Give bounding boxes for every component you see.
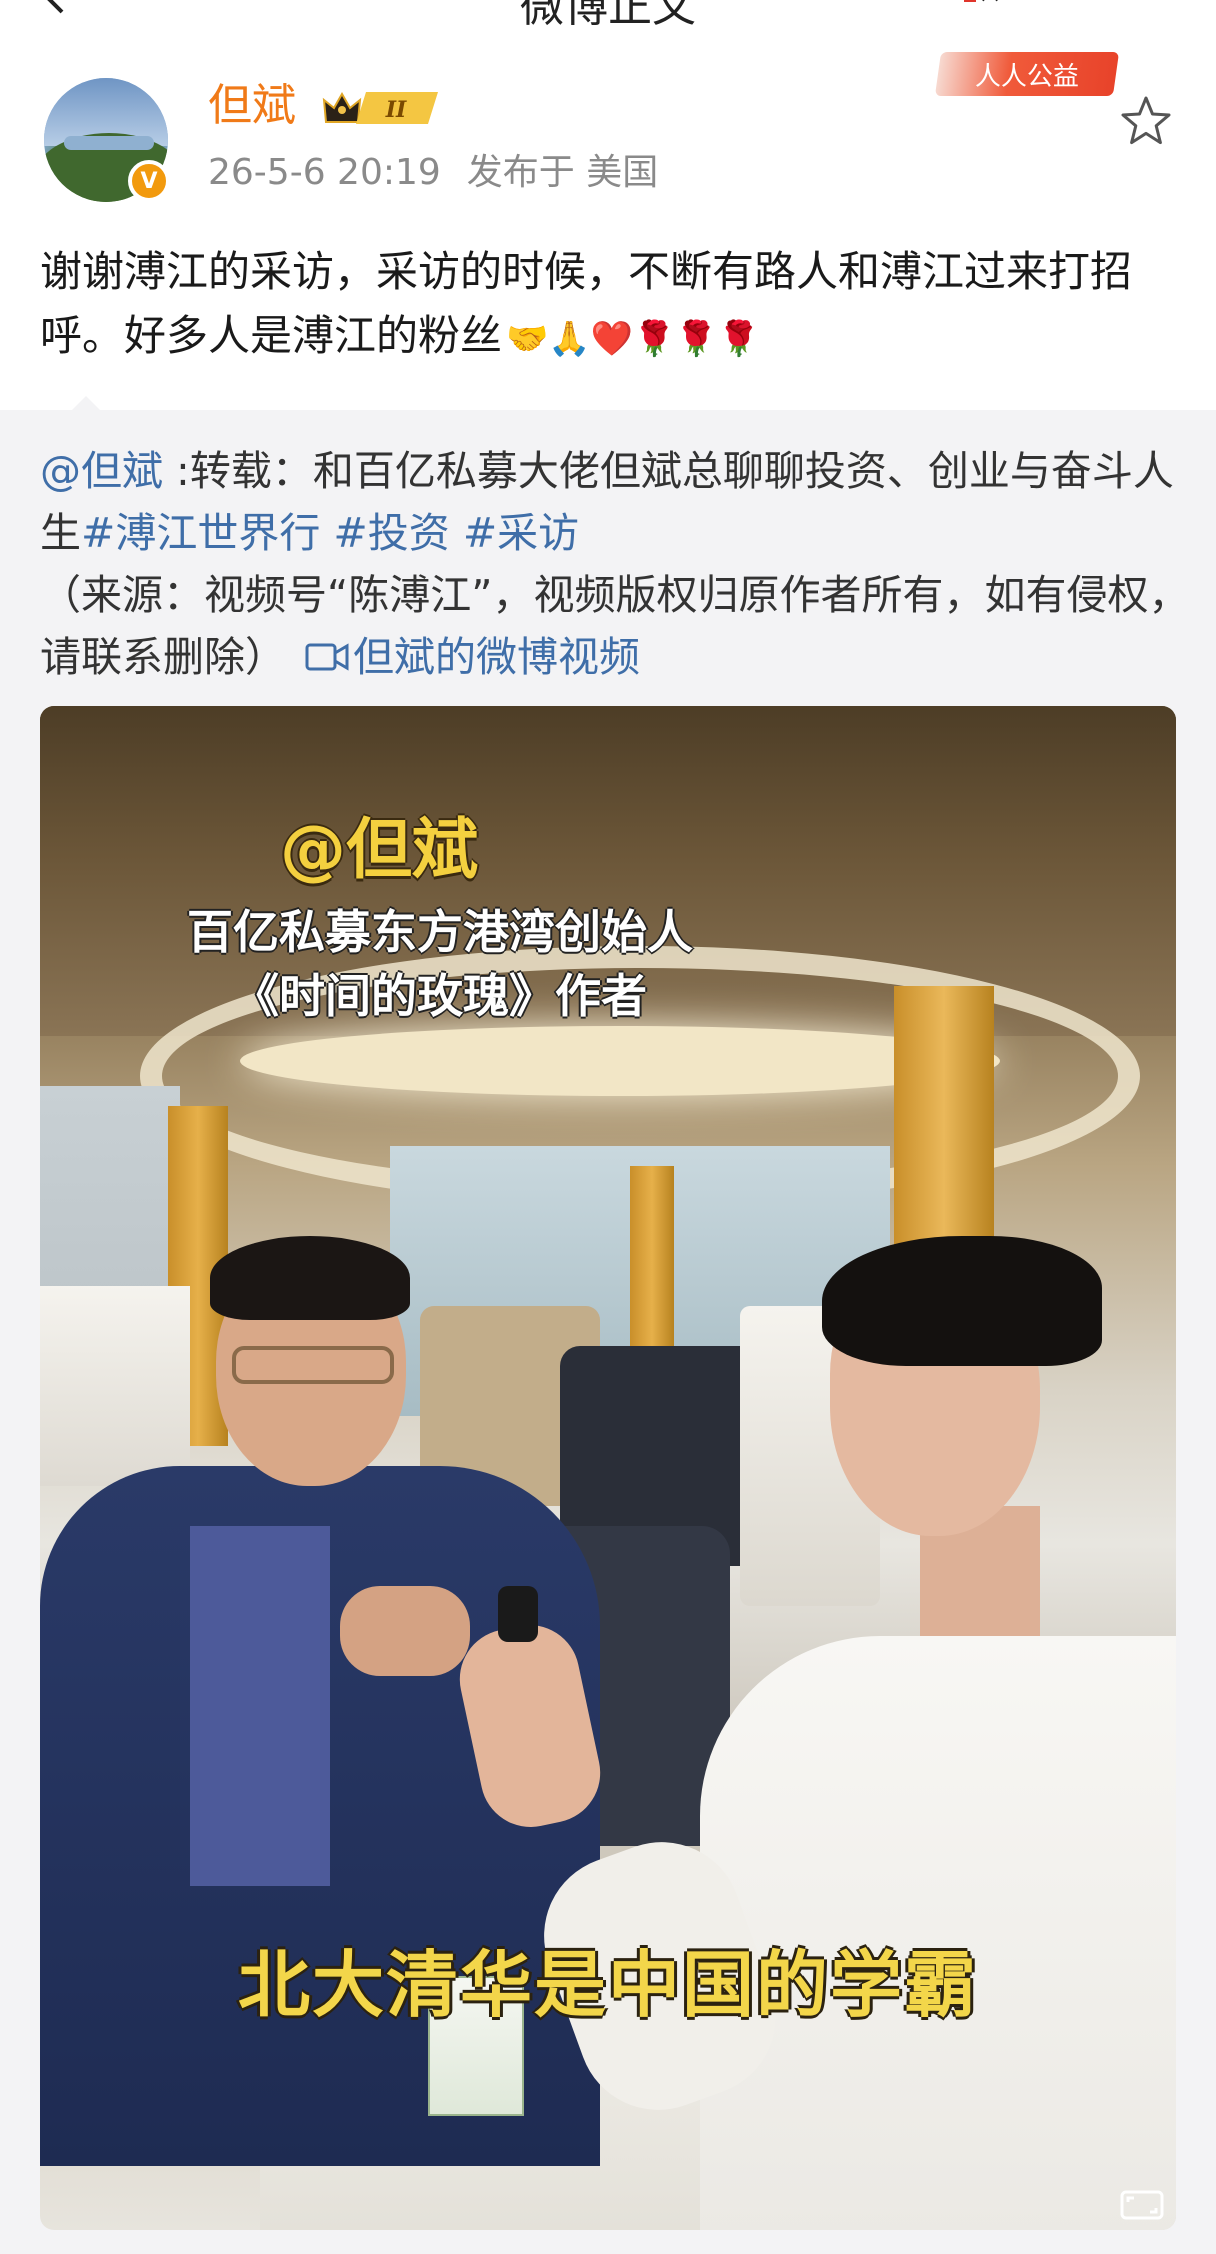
crown-level-badge[interactable]: II <box>320 86 446 130</box>
author-name[interactable]: 但斌 <box>208 78 296 134</box>
video-subtitle: 北大清华是中国的学霸 <box>237 1943 978 2027</box>
video-scene-lamp <box>40 1286 190 1486</box>
hashtag-invest[interactable]: #投资 <box>333 509 449 557</box>
verified-badge: V <box>128 160 170 202</box>
hashtag-interview[interactable]: #采访 <box>463 509 579 557</box>
hashtag-pujiang[interactable]: #溥江世界行 <box>81 509 320 557</box>
repost-mention[interactable]: @但斌 <box>40 447 163 495</box>
nav-title: 微博正文 <box>520 0 696 32</box>
video-caption-book: 《时间的玫瑰》作者 <box>233 969 647 1023</box>
post-location: 发布于 美国 <box>466 152 659 193</box>
more-icon[interactable] <box>962 0 1002 10</box>
top-nav: 微博正文 <box>0 0 1216 40</box>
repost-text: @但斌 :转载：和百亿私募大佬但斌总聊聊投资、创业与奋斗人生#溥江世界行 #投资… <box>40 440 1190 688</box>
video-link[interactable]: 但斌的微博视频 <box>353 633 640 681</box>
video-icon[interactable] <box>305 640 349 674</box>
video-player[interactable]: @但斌 百亿私募东方港湾创始人 《时间的玫瑰》作者 北大清华是中国的学霸 <box>40 706 1176 2230</box>
video-caption-name: @但斌 <box>280 811 478 888</box>
level-badge-text: II <box>385 97 407 123</box>
video-scene-mic <box>498 1586 538 1642</box>
post-text: 谢谢溥江的采访，采访的时候，不断有路人和溥江过来打招呼。好多人是溥江的粉丝 🤝🙏❤… <box>40 240 1180 371</box>
weibo-post-page: 微博正文 V 但斌 II 26-5-6 20:19 发布于 美国 人人公益 谢谢溥… <box>0 0 1216 2254</box>
post-meta: 26-5-6 20:19 发布于 美国 <box>208 150 684 196</box>
video-scene-light <box>240 1026 1000 1096</box>
post-time: 26-5-6 20:19 <box>208 152 441 193</box>
star-icon[interactable] <box>1118 94 1174 150</box>
emoji-row: 🤝🙏❤️🌹🌹🌹 <box>506 318 761 359</box>
fullscreen-icon[interactable] <box>1120 2190 1164 2220</box>
video-caption-title: 百亿私募东方港湾创始人 <box>187 905 693 959</box>
public-welfare-badge[interactable]: 人人公益 <box>934 52 1120 96</box>
